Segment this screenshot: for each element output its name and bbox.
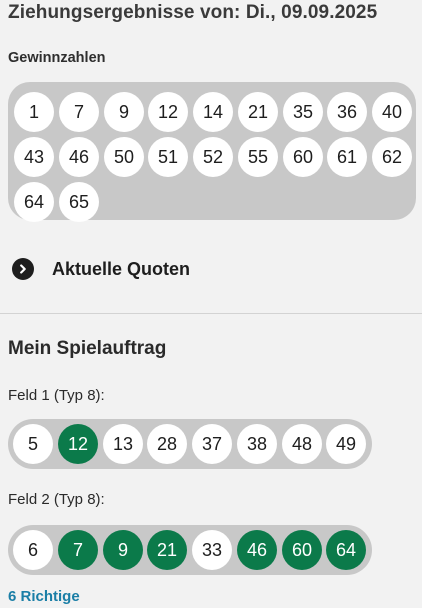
winning-number-ball: 36 — [327, 92, 367, 132]
field-2-label: Feld 2 (Typ 8): — [8, 491, 105, 508]
field-number-ball: 6 — [13, 530, 53, 570]
field-number-ball: 5 — [13, 424, 53, 464]
field-2-numbers: 6 7 9 21 33 46 60 64 — [8, 525, 372, 575]
field-number-ball: 49 — [326, 424, 366, 464]
winning-number-ball: 40 — [372, 92, 412, 132]
matched-number-ball: 64 — [326, 530, 366, 570]
matched-number-ball: 9 — [103, 530, 143, 570]
section-divider — [0, 313, 422, 314]
field-number-ball: 13 — [103, 424, 143, 464]
winning-number-ball: 9 — [104, 92, 144, 132]
winning-number-ball: 61 — [327, 137, 367, 177]
draw-results-title: Ziehungsergebnisse von: Di., 09.09.2025 — [8, 2, 378, 23]
winning-number-ball: 14 — [193, 92, 233, 132]
winning-number-ball: 55 — [238, 137, 278, 177]
winning-number-ball: 35 — [283, 92, 323, 132]
field-number-ball: 37 — [192, 424, 232, 464]
current-quotes-label: Aktuelle Quoten — [52, 258, 191, 279]
field-1-label: Feld 1 (Typ 8): — [8, 387, 105, 404]
current-quotes-link[interactable]: Aktuelle Quoten — [12, 256, 190, 282]
winning-number-ball: 65 — [59, 182, 99, 222]
field-1-numbers: 5 12 13 28 37 38 48 49 — [8, 419, 372, 469]
field-number-ball: 48 — [282, 424, 322, 464]
winning-number-ball: 1 — [14, 92, 54, 132]
matches-result[interactable]: 6 Richtige — [8, 588, 80, 605]
field-number-ball: 33 — [192, 530, 232, 570]
field-number-ball: 28 — [147, 424, 187, 464]
my-order-title: Mein Spielauftrag — [8, 338, 167, 359]
winning-number-ball: 46 — [59, 137, 99, 177]
winning-number-ball: 12 — [148, 92, 188, 132]
winning-number-ball: 50 — [104, 137, 144, 177]
winning-numbers-panel: 1 7 9 12 14 21 35 36 40 43 46 50 51 52 55 60 61 62 64 65 — [8, 82, 416, 222]
matched-number-ball: 12 — [58, 424, 98, 464]
winning-number-ball: 52 — [193, 137, 233, 177]
winning-number-ball: 62 — [372, 137, 412, 177]
field-number-ball: 38 — [237, 424, 277, 464]
winning-numbers-heading: Gewinnzahlen — [8, 50, 106, 66]
matched-number-ball: 7 — [58, 530, 98, 570]
winning-number-ball: 21 — [238, 92, 278, 132]
winning-number-ball: 51 — [148, 137, 188, 177]
winning-number-ball: 7 — [59, 92, 99, 132]
winning-number-ball: 64 — [14, 182, 54, 222]
winning-number-ball: 60 — [283, 137, 323, 177]
chevron-right-icon — [12, 258, 34, 280]
matched-number-ball: 21 — [147, 530, 187, 570]
winning-number-ball: 43 — [14, 137, 54, 177]
matched-number-ball: 46 — [237, 530, 277, 570]
matched-number-ball: 60 — [282, 530, 322, 570]
